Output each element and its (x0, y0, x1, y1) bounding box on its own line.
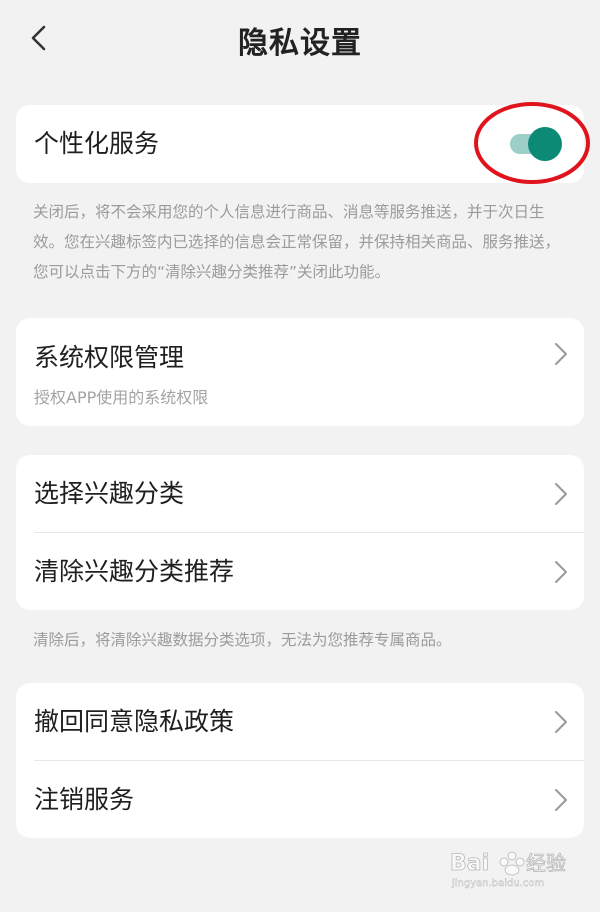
clear-interest-row[interactable]: 清除兴趣分类推荐 (16, 533, 584, 611)
baidu-jingyan-watermark: Bai 经验 jingyan.baidu.com (450, 842, 570, 892)
baidu-paw-logo: Bai 经验 jingyan.baidu.com (450, 851, 567, 890)
interest-card: 选择兴趣分类 清除兴趣分类推荐 (16, 455, 584, 610)
clear-interest-label: 清除兴趣分类推荐 (34, 557, 235, 586)
system-permissions-label: 系统权限管理 (34, 343, 185, 372)
personalized-service-row: 个性化服务 (16, 105, 584, 183)
cancel-service-label: 注销服务 (34, 785, 135, 814)
personalized-service-card: 个性化服务 (16, 105, 584, 183)
chevron-right-icon (555, 789, 567, 811)
svg-text:jingyan.baidu.com: jingyan.baidu.com (451, 878, 544, 889)
chevron-right-icon (555, 561, 567, 583)
chevron-right-icon (555, 711, 567, 733)
toggle-knob (528, 127, 562, 161)
revoke-privacy-label: 撤回同意隐私政策 (34, 707, 235, 736)
chevron-right-icon (555, 483, 567, 505)
system-permissions-subtitle: 授权APP使用的系统权限 (34, 388, 209, 407)
svg-text:Bai: Bai (450, 851, 489, 876)
system-permissions-card[interactable]: 系统权限管理 授权APP使用的系统权限 (16, 318, 584, 426)
personalized-service-note: 关闭后，将不会采用您的个人信息进行商品、消息等服务推送，并于次日生效。您在兴趣标… (33, 203, 561, 281)
revoke-privacy-row[interactable]: 撤回同意隐私政策 (16, 683, 584, 761)
cancel-service-row[interactable]: 注销服务 (16, 761, 584, 839)
select-interest-row[interactable]: 选择兴趣分类 (16, 455, 584, 533)
personalized-service-label: 个性化服务 (34, 129, 160, 158)
header-bar: 隐私设置 (0, 0, 600, 80)
account-card: 撤回同意隐私政策 注销服务 (16, 683, 584, 838)
personalized-service-toggle[interactable] (508, 127, 562, 161)
page-title: 隐私设置 (238, 26, 362, 61)
chevron-right-icon (555, 343, 567, 365)
select-interest-label: 选择兴趣分类 (34, 479, 185, 508)
svg-text:经验: 经验 (526, 851, 566, 875)
interest-note: 清除后，将清除兴趣数据分类选项，无法为您推荐专属商品。 (33, 631, 452, 649)
